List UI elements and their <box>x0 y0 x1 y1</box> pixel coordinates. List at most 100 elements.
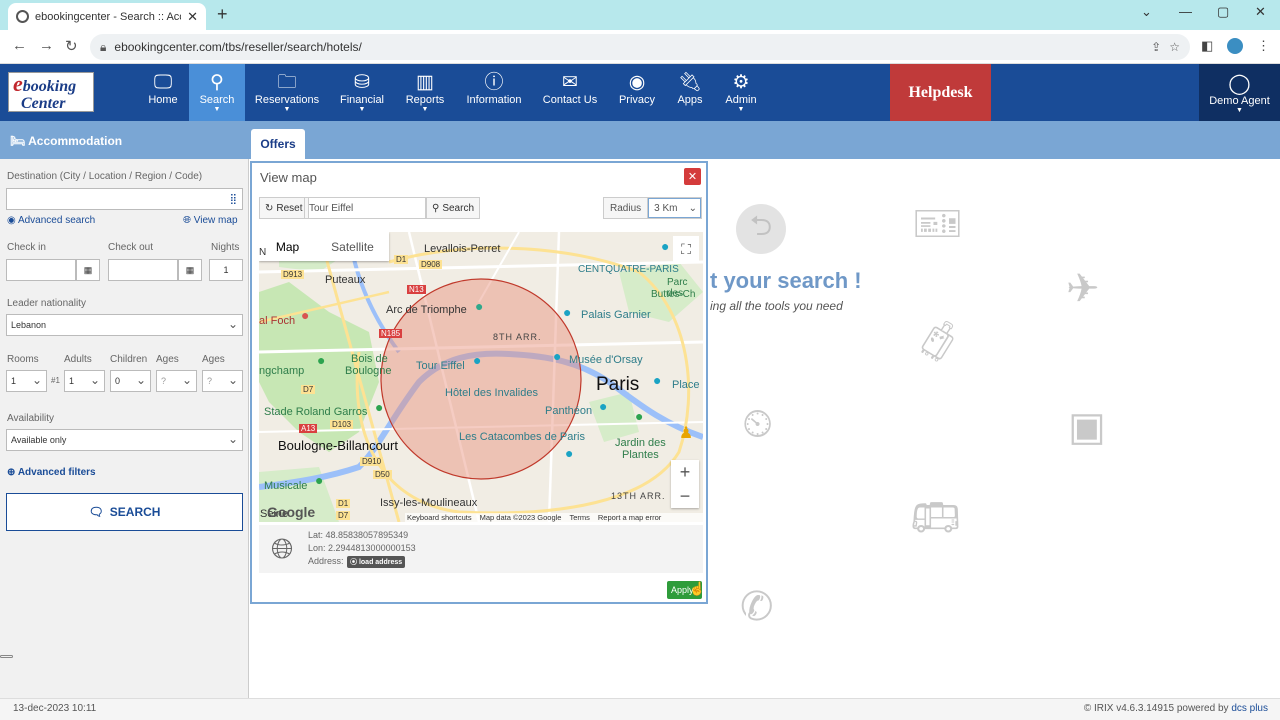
availability-select[interactable]: Available only <box>6 429 243 451</box>
age2-value: ? <box>207 376 213 386</box>
map-pin-icon: ● <box>653 372 662 388</box>
rooms-label: Rooms <box>7 354 39 365</box>
road-shield: D1 <box>336 499 351 508</box>
bookmark-star-icon[interactable]: ☆ <box>1169 40 1180 54</box>
checkin-input[interactable] <box>6 259 76 281</box>
agent-name: Demo Agent <box>1209 95 1270 107</box>
children-label: Children <box>110 354 148 365</box>
profile-avatar-icon[interactable] <box>1227 38 1243 54</box>
map-label: Jardin des <box>615 437 666 449</box>
url-omnibox[interactable]: 🔒︎ ebookingcenter.com/tbs/reseller/searc… <box>90 34 1190 60</box>
sidepanel-icon[interactable]: ◧ <box>1201 38 1213 54</box>
map-pin-icon: ● <box>565 445 574 461</box>
plug-icon: 🔌︎ <box>677 72 703 93</box>
kebab-menu-icon[interactable]: ⋮ <box>1257 38 1270 54</box>
adults-select[interactable]: 1 <box>64 370 105 392</box>
terms-link[interactable]: Terms <box>569 513 589 522</box>
road-shield: N13 <box>407 285 426 294</box>
load-address-button[interactable]: ⦿ load address <box>347 556 406 568</box>
keyboard-shortcuts-link[interactable]: Keyboard shortcuts <box>407 513 472 522</box>
nav-financial[interactable]: ⛁ Financial ▼ <box>338 64 386 121</box>
google-map[interactable]: Map Satellite ⛶ ♟ + − ● ● ● ● ● ● ● ● ● … <box>259 232 703 522</box>
seated-person-clock-icon: ⏲ <box>742 402 774 446</box>
children-value: 0 <box>115 376 121 386</box>
age-select-1[interactable]: ? <box>156 370 197 392</box>
reload-icon[interactable]: ↻ <box>65 37 78 55</box>
map-label: Tour Eiffel <box>416 360 465 372</box>
zoom-out-icon[interactable]: − <box>671 484 699 508</box>
search-button[interactable]: 🗨︎ SEARCH <box>6 493 243 531</box>
map-label: 8TH ARR. <box>493 332 542 342</box>
nights-label: Nights <box>211 242 240 253</box>
maximize-icon[interactable]: ▢ <box>1217 4 1229 20</box>
nav-reports[interactable]: ▥ Reports ▼ <box>402 64 448 121</box>
helpdesk-button[interactable]: Helpdesk <box>890 64 991 121</box>
zoom-control: + − <box>671 460 699 508</box>
location-search-input[interactable]: Tour Eiffel <box>304 197 426 219</box>
nav-home-label: Home <box>148 94 178 106</box>
fullscreen-icon[interactable]: ⛶ <box>673 236 699 262</box>
radius-control: Radius 3 Km ⌄ <box>603 197 702 219</box>
tab-search-chevron-icon[interactable]: ⌄ <box>1141 4 1152 20</box>
report-map-error-link[interactable]: Report a map error <box>598 513 661 522</box>
adults-value: 1 <box>69 376 75 386</box>
nights-input[interactable]: 1 <box>209 259 243 281</box>
availability-label: Availability <box>7 413 55 424</box>
map-pin-icon: ● <box>375 399 384 415</box>
nav-contact-us[interactable]: ✉ Contact Us <box>541 64 599 121</box>
resize-handle[interactable] <box>0 655 13 658</box>
close-tab-icon[interactable]: ✕ <box>187 9 198 25</box>
grid-picker-icon[interactable]: ⣿ <box>230 194 237 205</box>
close-window-icon[interactable]: ✕ <box>1255 4 1266 20</box>
tab-offers[interactable]: Offers <box>251 129 305 159</box>
children-select[interactable]: 0 <box>110 370 151 392</box>
advanced-filters-label: Advanced filters <box>17 467 96 478</box>
modal-title: View map <box>260 170 317 185</box>
nationality-select[interactable]: Lebanon <box>6 314 243 336</box>
nav-apps[interactable]: 🔌︎ Apps <box>674 64 706 121</box>
close-icon[interactable]: ✕ <box>684 168 701 185</box>
browser-tab[interactable]: ebookingcenter - Search :: Acco ✕ <box>8 3 206 30</box>
checkin-label: Check in <box>7 242 46 253</box>
checkout-input[interactable] <box>108 259 178 281</box>
map-type-satellite-button[interactable]: Satellite <box>316 232 389 261</box>
map-pin-icon: ● <box>315 472 324 488</box>
age-select-2[interactable]: ? <box>202 370 243 392</box>
plus-circle-icon: ⊕ <box>7 467 16 478</box>
radius-select[interactable]: 3 Km ⌄ <box>648 198 701 218</box>
luggage-icon: 🧳︎ <box>912 320 963 364</box>
rooms-select[interactable]: 1 <box>6 370 47 392</box>
map-label: N <box>259 247 267 258</box>
map-search-button[interactable]: ⚲ Search <box>426 197 481 219</box>
nav-admin[interactable]: ⚙ Admin ▼ <box>722 64 760 121</box>
share-icon[interactable]: ⇪ <box>1151 40 1161 54</box>
view-map-link[interactable]: 🌐︎ View map <box>183 215 238 226</box>
advanced-search-link[interactable]: ◉ Advanced search <box>7 215 95 226</box>
back-arrow-icon[interactable]: ← <box>12 37 27 54</box>
nav-information[interactable]: ⓘ Information <box>465 64 523 121</box>
reset-button[interactable]: ↻ Reset <box>259 197 309 219</box>
new-tab-icon[interactable]: + <box>217 4 228 25</box>
minimize-icon[interactable]: — <box>1179 4 1192 19</box>
nav-search[interactable]: ⚲ Search ▼ <box>189 64 245 121</box>
phone-icon: ✆ <box>740 585 774 629</box>
url-text: ebookingcenter.com/tbs/reseller/search/h… <box>114 40 362 54</box>
advanced-filters-link[interactable]: ⊕ Advanced filters <box>7 467 96 478</box>
ebookingcenter-logo[interactable]: ebooking Center <box>8 72 94 112</box>
logo-line1: booking <box>22 78 77 95</box>
nav-privacy[interactable]: ◉ Privacy <box>616 64 658 121</box>
vendor-link[interactable]: dcs plus <box>1231 703 1268 714</box>
nav-contact-label: Contact Us <box>542 94 598 106</box>
map-type-map-button[interactable]: Map <box>259 232 316 261</box>
destination-input[interactable]: ⣿ <box>6 188 243 210</box>
nav-apps-label: Apps <box>677 94 703 106</box>
pegman-icon[interactable]: ♟ <box>673 420 699 446</box>
address-bar-row: ← → ↻ 🔒︎ ebookingcenter.com/tbs/reseller… <box>0 30 1280 64</box>
calendar-icon[interactable]: ▦ <box>178 259 202 281</box>
forward-arrow-icon[interactable]: → <box>39 37 54 54</box>
zoom-in-icon[interactable]: + <box>671 460 699 484</box>
nav-reservations[interactable]: 🗀︎ Reservations ▼ <box>254 64 320 121</box>
calendar-icon[interactable]: ▦ <box>76 259 100 281</box>
agent-menu[interactable]: ◯ Demo Agent ▼ <box>1199 64 1280 121</box>
nav-home[interactable]: 🖵︎ Home <box>143 64 183 121</box>
